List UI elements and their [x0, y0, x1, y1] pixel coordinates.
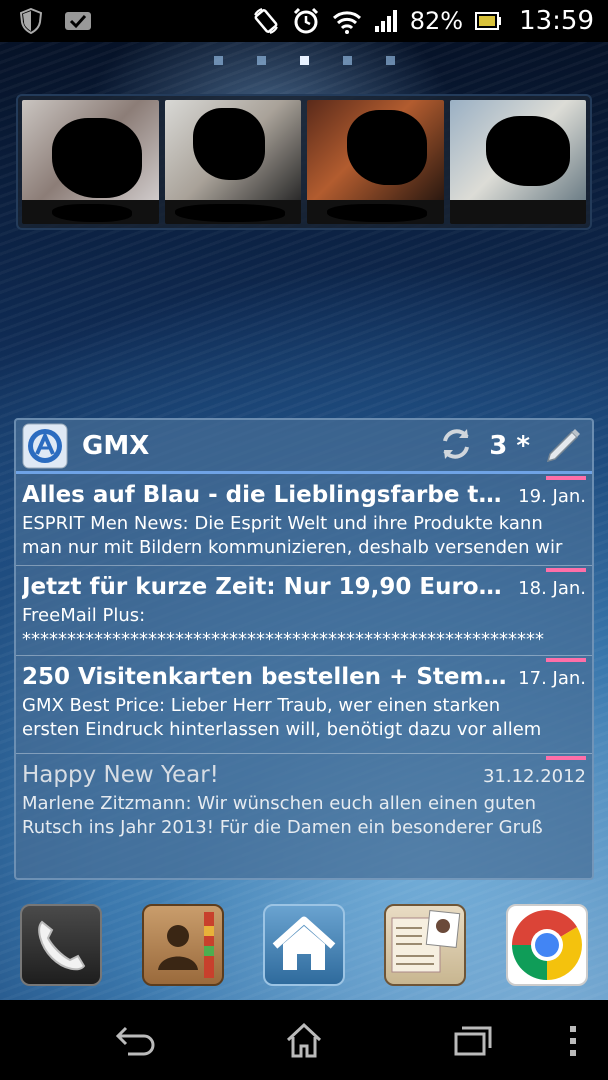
mail-preview-line: ****************************************…: [22, 629, 544, 650]
contact-tile[interactable]: [22, 100, 159, 224]
app-dock: [0, 904, 608, 992]
menu-icon[interactable]: [566, 1020, 580, 1064]
gmx-mail-widget: GMX 3 * Alles auf Blau - die Lieblingsfa…: [14, 418, 594, 880]
mail-date: 31.12.2012: [482, 766, 586, 787]
unread-count: 3 *: [489, 430, 530, 461]
page-dot[interactable]: [342, 56, 352, 65]
page-dot-active[interactable]: [299, 56, 309, 65]
clock: 13:59: [519, 6, 594, 36]
unread-flag: [546, 658, 586, 662]
mail-preview-line: GMX Best Price: Lieber Herr Traub, wer e…: [22, 695, 501, 716]
gmx-app-icon[interactable]: [22, 423, 68, 469]
compose-pencil-icon[interactable]: [544, 424, 584, 468]
mail-date: 17. Jan.: [518, 668, 586, 689]
mail-check-icon: [64, 11, 92, 31]
navigation-bar: [0, 1000, 608, 1080]
mail-preview-line: Marlene Zitzmann: Wir wünschen euch alle…: [22, 793, 537, 814]
refresh-icon[interactable]: [437, 425, 475, 467]
mail-preview-line: ESPRIT Men News: Die Esprit Welt und ihr…: [22, 513, 543, 534]
mail-list-item[interactable]: Alles auf Blau - die Lieblingsfarbe tru.…: [16, 474, 592, 566]
home-icon[interactable]: [284, 1020, 324, 1064]
mail-subject: Jetzt für kurze Zeit: Nur 19,90 Euro mt.…: [22, 574, 509, 600]
status-bar: 82% 13:59: [0, 0, 608, 42]
page-dot[interactable]: [213, 56, 223, 65]
mail-preview-line: ersten Eindruck hinterlassen will, benöt…: [22, 719, 542, 740]
page-dot[interactable]: [385, 56, 395, 65]
messaging-app-icon[interactable]: [384, 904, 466, 986]
mail-preview-line: man nur mit Bildern kommunizieren, desha…: [22, 537, 563, 558]
contact-name-redacted: [449, 200, 586, 224]
battery-icon: [475, 11, 502, 31]
mail-list-item[interactable]: Jetzt für kurze Zeit: Nur 19,90 Euro mt.…: [16, 566, 592, 656]
mail-date: 19. Jan.: [518, 486, 586, 507]
contact-tile[interactable]: [307, 100, 444, 224]
mail-list-item[interactable]: Happy New Year! 31.12.2012 Marlene Zitzm…: [16, 754, 592, 846]
mail-list-item[interactable]: 250 Visitenkarten bestellen + Stempe... …: [16, 656, 592, 754]
alarm-icon: [292, 7, 320, 35]
chrome-app-icon[interactable]: [506, 904, 588, 986]
unread-flag: [546, 568, 586, 572]
gmx-widget-title: GMX: [82, 430, 150, 461]
unread-flag: [546, 476, 586, 480]
page-dot[interactable]: [256, 56, 266, 65]
shield-icon: [20, 8, 42, 34]
wifi-icon: [332, 8, 362, 34]
back-icon[interactable]: [114, 1020, 156, 1064]
mail-preview-line: Rutsch ins Jahr 2013! Für die Damen ein …: [22, 817, 543, 838]
phone-app-icon[interactable]: [20, 904, 102, 986]
recent-apps-icon[interactable]: [452, 1020, 494, 1064]
battery-label: 82%: [409, 7, 464, 35]
mail-preview-line: FreeMail Plus:: [22, 605, 146, 626]
mail-date: 18. Jan.: [518, 578, 586, 599]
favorite-contacts-widget: [16, 94, 592, 230]
mail-subject: 250 Visitenkarten bestellen + Stempe...: [22, 664, 509, 690]
launcher-home-icon[interactable]: [263, 904, 345, 986]
contact-tile[interactable]: [449, 100, 586, 224]
unread-flag: [546, 756, 586, 760]
mail-subject: Alles auf Blau - die Lieblingsfarbe tru.…: [22, 482, 509, 508]
contacts-app-icon[interactable]: [142, 904, 224, 986]
page-indicator: [0, 56, 608, 65]
signal-icon: [374, 9, 398, 33]
contact-tile[interactable]: [164, 100, 301, 224]
gmx-widget-header: GMX 3 *: [16, 420, 592, 474]
rotation-icon: [252, 7, 280, 35]
mail-subject: Happy New Year!: [22, 762, 219, 788]
